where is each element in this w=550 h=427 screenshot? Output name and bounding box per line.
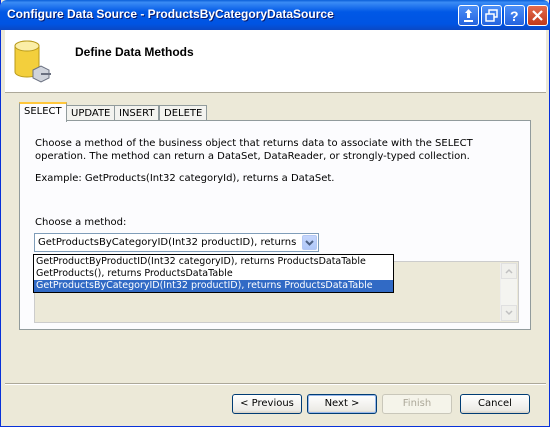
- tab-label: DELETE: [164, 108, 203, 119]
- svg-text:?: ?: [510, 8, 519, 24]
- cancel-button[interactable]: Cancel: [460, 394, 530, 414]
- chevron-down-icon: [305, 240, 314, 246]
- method-option-selected[interactable]: GetProductsByCategoryID(Int32 productID)…: [34, 280, 393, 292]
- move-button[interactable]: [458, 5, 479, 26]
- dropdown-arrow-button[interactable]: [302, 235, 317, 250]
- window-title: Configure Data Source - ProductsByCatego…: [7, 7, 334, 21]
- help-icon: ?: [510, 8, 519, 24]
- close-icon: [532, 10, 543, 21]
- close-button[interactable]: [527, 5, 548, 26]
- finish-button[interactable]: Finish: [382, 394, 452, 414]
- selected-method-text: GetProductsByCategoryID(Int32 productID)…: [38, 237, 300, 248]
- database-plug-icon: [14, 40, 51, 83]
- select-tab-panel: Choose a method of the business object t…: [19, 120, 531, 330]
- tab-select[interactable]: SELECT: [19, 102, 67, 122]
- title-bar[interactable]: Configure Data Source - ProductsByCatego…: [0, 0, 550, 30]
- example-text: Example: GetProducts(Int32 categoryId), …: [35, 173, 335, 184]
- footer-divider: [5, 383, 546, 385]
- next-button[interactable]: Next >: [307, 394, 377, 414]
- wizard-header: Define Data Methods: [5, 30, 546, 93]
- configure-data-source-window: Configure Data Source - ProductsByCatego…: [0, 0, 550, 427]
- scroll-up-button[interactable]: [501, 263, 517, 279]
- chevron-up-icon: [505, 268, 513, 274]
- method-description: Choose a method of the business object t…: [35, 138, 473, 162]
- restore-icon: [485, 9, 498, 22]
- restore-button[interactable]: [481, 5, 502, 26]
- scroll-down-button[interactable]: [501, 305, 517, 321]
- method-dropdown-list[interactable]: GetProductByProductID(Int32 categoryID),…: [33, 254, 394, 293]
- method-select[interactable]: GetProductsByCategoryID(Int32 productID)…: [34, 233, 319, 252]
- choose-method-label: Choose a method:: [35, 217, 127, 228]
- tab-label: INSERT: [119, 108, 155, 119]
- previous-button[interactable]: < Previous: [232, 394, 302, 414]
- help-button[interactable]: ?: [504, 5, 525, 26]
- chevron-down-icon: [505, 310, 513, 316]
- page-title: Define Data Methods: [75, 45, 194, 59]
- method-option[interactable]: GetProducts(), returns ProductsDataTable: [34, 268, 393, 280]
- move-icon: [464, 9, 473, 22]
- vertical-scrollbar[interactable]: [500, 263, 517, 321]
- tab-label: SELECT: [24, 106, 62, 117]
- method-option[interactable]: GetProductByProductID(Int32 categoryID),…: [34, 256, 393, 268]
- tab-label: UPDATE: [71, 108, 111, 119]
